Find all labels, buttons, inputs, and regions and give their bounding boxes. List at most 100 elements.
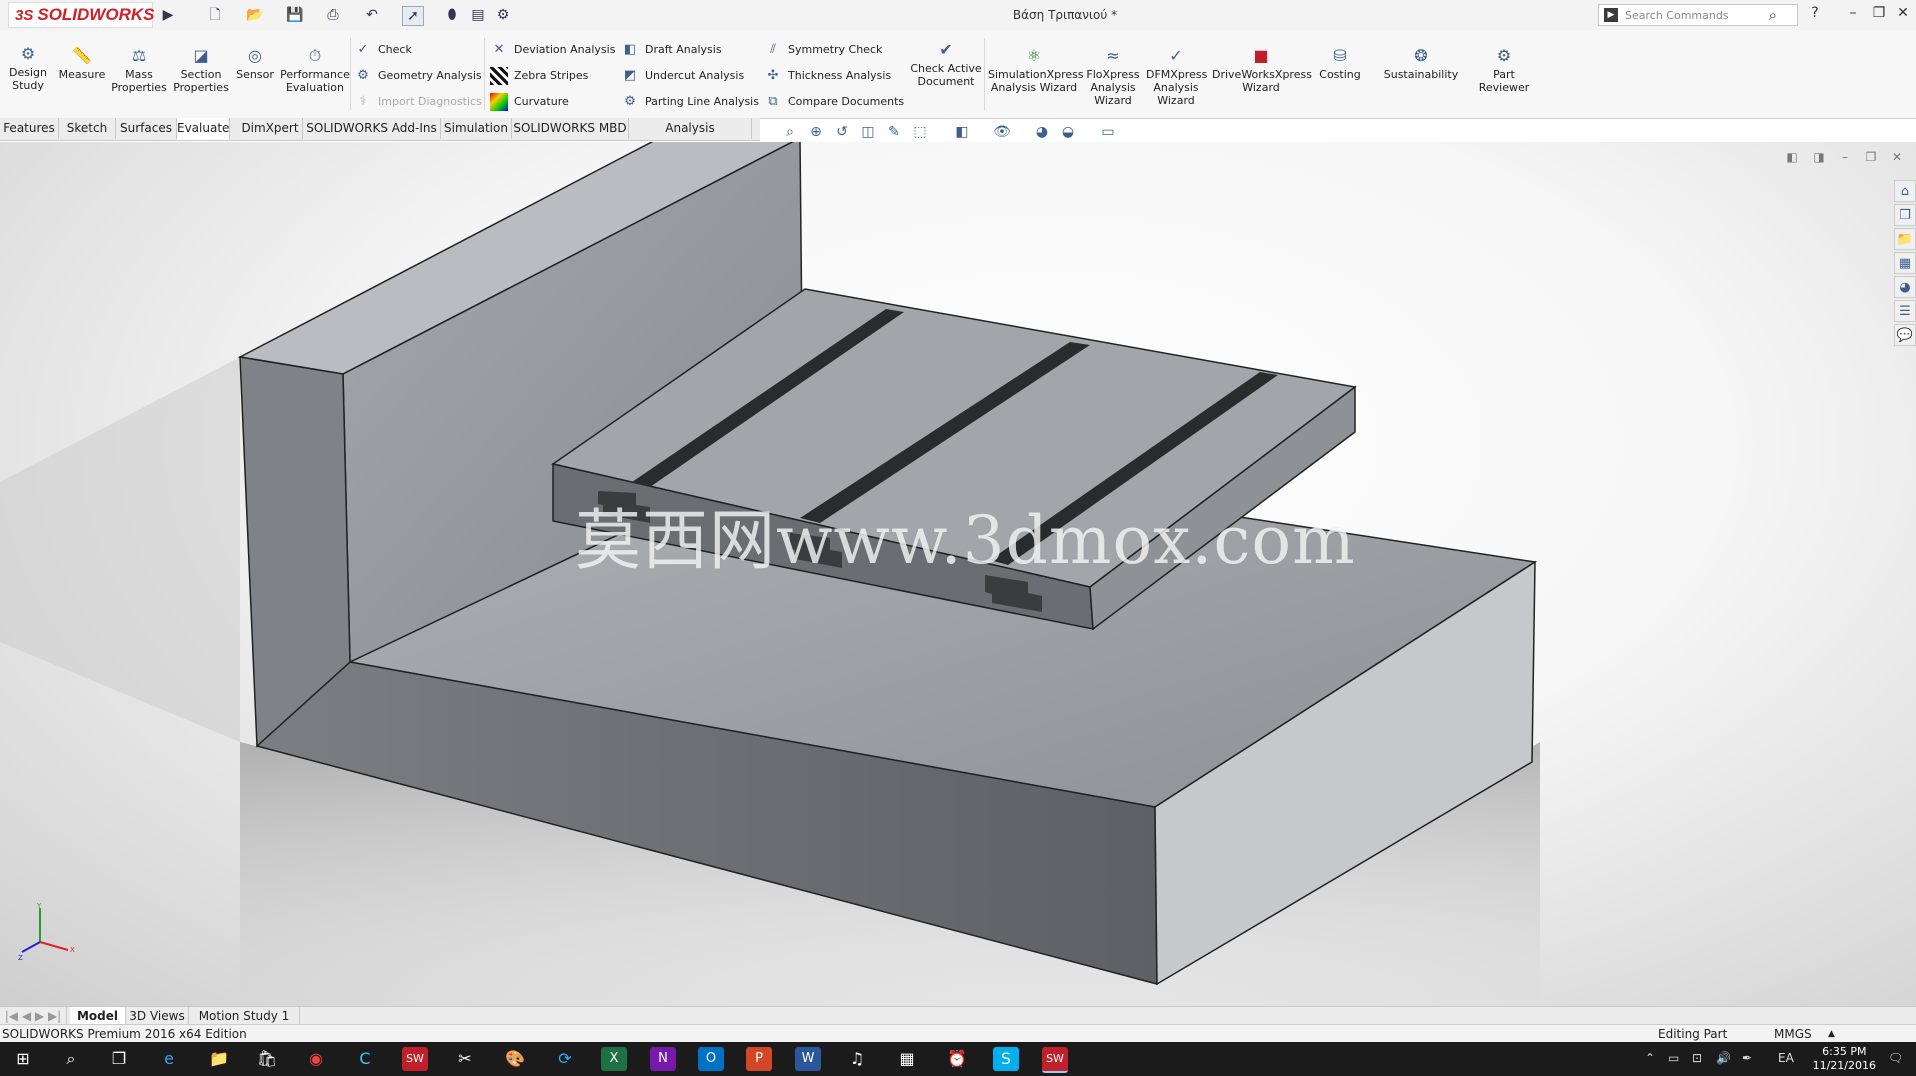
performance-evaluation-button[interactable]: ⏱ Performance Evaluation xyxy=(280,46,350,94)
graphics-area[interactable]: 莫西网www.3dmox.com ◧ ◨ – ❐ ✕ ⌂ ❒ 📁 ▦ ◕ ☰ 💬… xyxy=(0,142,1916,1006)
save-icon[interactable]: 💾 xyxy=(285,6,305,24)
tab-surfaces[interactable]: Surfaces xyxy=(116,118,177,139)
tab-simulation[interactable]: Simulation xyxy=(441,118,512,139)
viewport-restore-icon[interactable]: ❐ xyxy=(1862,150,1880,164)
view-orientation-icon[interactable]: ⬚ xyxy=(910,122,930,142)
design-study-button[interactable]: ⚙ Design Study xyxy=(6,44,50,92)
measure-button[interactable]: 📏 Measure xyxy=(56,46,108,81)
task-view-icon[interactable]: ❐ xyxy=(106,1047,132,1071)
search-commands-input[interactable]: ▶ Search Commands ⌕ xyxy=(1598,4,1798,26)
pen-icon[interactable]: ✒ xyxy=(1742,1051,1752,1065)
search-icon[interactable]: ⌕ xyxy=(58,1047,84,1071)
undo-icon[interactable]: ↶ xyxy=(362,6,382,24)
part-reviewer-button[interactable]: ⚙ Part Reviewer xyxy=(1474,46,1534,94)
itunes-icon[interactable]: ♫ xyxy=(844,1047,870,1071)
geometry-analysis-button[interactable]: ⚙ Geometry Analysis xyxy=(354,66,482,86)
tab-analysis-preparation[interactable]: Analysis Preparation xyxy=(629,118,752,156)
sustainability-button[interactable]: ❂ Sustainability xyxy=(1380,46,1462,81)
design-library-icon[interactable]: ❒ xyxy=(1894,204,1916,226)
solidworks-2016-icon[interactable]: SW xyxy=(402,1047,428,1071)
units-chevron-icon[interactable]: ▲ xyxy=(1828,1025,1835,1043)
options-gear-icon[interactable]: ⚙ xyxy=(493,6,513,24)
section-view-icon[interactable]: ◫ xyxy=(858,122,878,142)
tab-scroll-arrows[interactable]: |◀ ◀ ▶ ▶| xyxy=(0,1007,67,1025)
sensor-button[interactable]: ◎ Sensor xyxy=(234,46,276,81)
zoom-to-fit-icon[interactable]: ⌕ xyxy=(780,122,800,142)
file-explorer-icon[interactable]: 📁 xyxy=(206,1047,232,1071)
paint-icon[interactable]: 🎨 xyxy=(502,1047,528,1071)
symmetry-check-button[interactable]: ⫽ Symmetry Check xyxy=(764,40,882,60)
section-properties-button[interactable]: ◪ Section Properties xyxy=(170,46,232,94)
solidworks-resources-icon[interactable]: ⌂ xyxy=(1894,180,1916,202)
tab-dimxpert[interactable]: DimXpert xyxy=(238,118,303,139)
tab-evaluate[interactable]: Evaluate xyxy=(177,118,231,140)
file-explorer-icon[interactable]: 📁 xyxy=(1894,228,1916,250)
search-icon[interactable]: ⌕ xyxy=(1769,6,1777,24)
calculator-icon[interactable]: ▦ xyxy=(894,1047,920,1071)
costing-button[interactable]: ⛁ Costing xyxy=(1314,46,1366,81)
draft-analysis-button[interactable]: ◧ Draft Analysis xyxy=(621,40,722,60)
system-clock[interactable]: 6:35 PM 11/21/2016 xyxy=(1813,1045,1876,1073)
dynamic-annotation-icon[interactable]: ✎ xyxy=(884,122,904,142)
outlook-icon[interactable]: O xyxy=(698,1047,724,1071)
app-icon[interactable]: ✂ xyxy=(452,1047,478,1071)
simulationxpress-button[interactable]: ⚛ SimulationXpress Analysis Wizard xyxy=(988,46,1084,94)
undercut-analysis-button[interactable]: ◩ Undercut Analysis xyxy=(621,66,744,86)
solidworks-active-icon[interactable]: SW xyxy=(1042,1047,1068,1073)
viewport-tile-right-icon[interactable]: ◨ xyxy=(1810,150,1828,164)
tab-sketch[interactable]: Sketch xyxy=(59,118,116,139)
tab-solidworks-add-ins[interactable]: SOLIDWORKS Add-Ins xyxy=(303,118,441,139)
tab-3d-views[interactable]: 3D Views xyxy=(126,1007,189,1025)
appearances-icon[interactable]: ◕ xyxy=(1894,276,1916,298)
new-document-icon[interactable]: 🗋 xyxy=(205,6,225,24)
import-diagnostics-button[interactable]: ⚕ Import Diagnostics xyxy=(354,92,481,112)
edit-appearance-icon[interactable]: ◕ xyxy=(1032,122,1052,142)
notifications-icon[interactable]: 🗨 xyxy=(1888,1051,1903,1065)
open-icon[interactable]: 📂 xyxy=(245,6,265,24)
powerpoint-icon[interactable]: P xyxy=(746,1047,772,1071)
forum-icon[interactable]: 💬 xyxy=(1894,324,1916,346)
windows-start-icon[interactable]: ⊞ xyxy=(10,1047,36,1071)
select-icon[interactable]: ➚ xyxy=(402,6,424,26)
volume-icon[interactable]: 🔊 xyxy=(1716,1051,1731,1065)
thickness-analysis-button[interactable]: ✣ Thickness Analysis xyxy=(764,66,892,86)
edge-browser-icon[interactable]: e xyxy=(156,1047,182,1071)
apply-scene-icon[interactable]: ◒ xyxy=(1058,122,1078,142)
teamviewer-icon[interactable]: ⟳ xyxy=(552,1047,578,1071)
hide-show-items-icon[interactable]: 👁 xyxy=(992,122,1012,142)
restore-window-icon[interactable]: ❐ xyxy=(1868,5,1890,21)
zoom-to-area-icon[interactable]: ⊕ xyxy=(806,122,826,142)
rebuild-icon[interactable]: ⬮ xyxy=(442,6,462,24)
view-settings-icon[interactable]: ▭ xyxy=(1098,122,1118,142)
ccleaner-icon[interactable]: C xyxy=(352,1047,378,1071)
input-language[interactable]: EA xyxy=(1778,1051,1794,1065)
tray-chevron-icon[interactable]: ⌃ xyxy=(1645,1051,1655,1065)
view-palette-icon[interactable]: ▦ xyxy=(1894,252,1916,274)
compare-documents-button[interactable]: ⧉ Compare Documents xyxy=(764,92,904,112)
dfmxpress-button[interactable]: ✓ DFMXpress Analysis Wizard xyxy=(1146,46,1207,107)
file-properties-icon[interactable]: ▤ xyxy=(468,6,488,24)
alarm-clock-icon[interactable]: ⏰ xyxy=(944,1047,970,1071)
parting-line-analysis-button[interactable]: ⚙ Parting Line Analysis xyxy=(621,92,759,112)
tab-solidworks-mbd[interactable]: SOLIDWORKS MBD xyxy=(512,118,629,139)
tab-model[interactable]: Model xyxy=(70,1007,126,1025)
curvature-button[interactable]: Curvature xyxy=(490,92,569,112)
help-icon[interactable]: ? xyxy=(1804,5,1826,21)
skype-icon[interactable]: S xyxy=(993,1047,1019,1071)
excel-icon[interactable]: X xyxy=(601,1047,627,1071)
solidworks-logo[interactable]: 3S SOLIDWORKS xyxy=(8,2,154,28)
minimize-window-icon[interactable]: – xyxy=(1842,5,1864,21)
tab-features[interactable]: Features xyxy=(0,118,59,139)
units-selector[interactable]: MMGS xyxy=(1774,1025,1812,1043)
zebra-stripes-button[interactable]: Zebra Stripes xyxy=(490,66,588,86)
check-active-document-button[interactable]: ✔ Check Active Document xyxy=(906,40,986,88)
tab-motion-study-1[interactable]: Motion Study 1 xyxy=(189,1007,300,1025)
mass-properties-button[interactable]: ⚖ Mass Properties xyxy=(110,46,168,94)
word-icon[interactable]: W xyxy=(795,1047,821,1071)
store-icon[interactable]: 🛍 xyxy=(254,1047,280,1071)
viewport-close-icon[interactable]: ✕ xyxy=(1888,150,1906,164)
close-window-icon[interactable]: ✕ xyxy=(1892,5,1914,21)
viewport-minimize-icon[interactable]: – xyxy=(1836,150,1854,164)
check-button[interactable]: ✓ Check xyxy=(354,40,412,60)
deviation-analysis-button[interactable]: ✕ Deviation Analysis xyxy=(490,40,616,60)
